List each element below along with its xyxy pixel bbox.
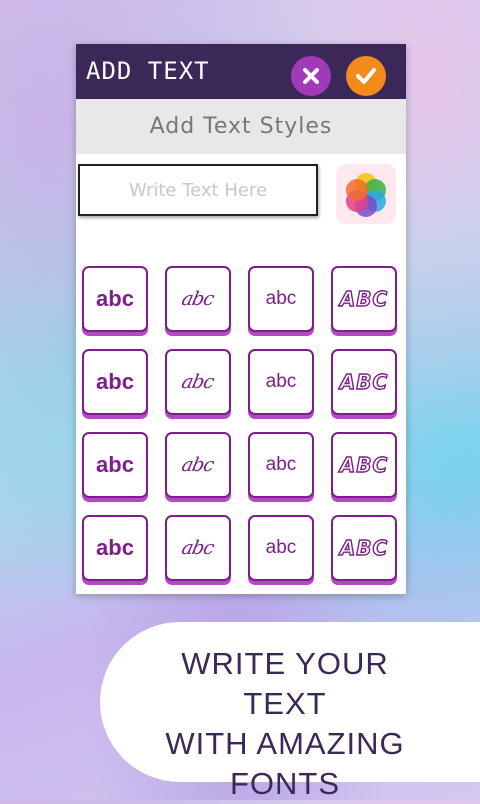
font-style-button-bold[interactable]: abc bbox=[82, 515, 148, 581]
font-sample: abc bbox=[96, 369, 134, 394]
check-icon bbox=[356, 68, 376, 84]
confirm-button[interactable] bbox=[346, 56, 386, 96]
font-sample: ABC bbox=[339, 286, 389, 311]
font-style-grid: abc abc abc ABC abc abc abc ABC abc abc abc ABC abc a… bbox=[82, 266, 400, 581]
font-sample: abc bbox=[96, 286, 134, 311]
close-icon bbox=[303, 68, 319, 84]
promo-line: WITH AMAZING bbox=[165, 726, 405, 761]
font-sample: ABC bbox=[339, 452, 389, 477]
close-button[interactable] bbox=[291, 56, 331, 96]
font-style-button-plain[interactable]: abc bbox=[248, 349, 314, 415]
font-style-button-block[interactable]: ABC bbox=[331, 266, 397, 332]
font-style-button-script[interactable]: abc bbox=[165, 515, 231, 581]
font-style-button-script[interactable]: abc bbox=[165, 349, 231, 415]
font-sample: abc bbox=[96, 452, 134, 477]
header-title: ADD TEXT bbox=[86, 57, 210, 85]
font-style-button-script[interactable]: abc bbox=[165, 432, 231, 498]
promo-text: WRITE YOUR TEXT WITH AMAZING FONTS bbox=[145, 644, 425, 804]
font-sample: abc bbox=[265, 454, 297, 475]
font-style-button-block[interactable]: ABC bbox=[331, 515, 397, 581]
font-style-button-script[interactable]: abc bbox=[165, 266, 231, 332]
font-sample: abc bbox=[180, 454, 216, 476]
font-sample: abc bbox=[180, 371, 216, 393]
font-style-button-plain[interactable]: abc bbox=[248, 515, 314, 581]
font-style-button-plain[interactable]: abc bbox=[248, 432, 314, 498]
font-sample: ABC bbox=[339, 369, 389, 394]
font-style-button-plain[interactable]: abc bbox=[248, 266, 314, 332]
promo-line: FONTS bbox=[229, 766, 341, 801]
section-header: Add Text Styles bbox=[76, 99, 406, 154]
header-bar: ADD TEXT bbox=[76, 44, 406, 99]
text-input[interactable] bbox=[78, 164, 318, 216]
font-style-button-bold[interactable]: abc bbox=[82, 432, 148, 498]
section-title: Add Text Styles bbox=[149, 114, 333, 139]
font-style-button-bold[interactable]: abc bbox=[82, 349, 148, 415]
font-style-button-block[interactable]: ABC bbox=[331, 349, 397, 415]
input-row bbox=[76, 154, 406, 244]
font-sample: abc bbox=[180, 288, 216, 310]
font-style-button-block[interactable]: ABC bbox=[331, 432, 397, 498]
promo-banner: WRITE YOUR TEXT WITH AMAZING FONTS bbox=[100, 622, 480, 801]
add-text-panel: ADD TEXT Add Text Styles ab bbox=[76, 44, 406, 594]
font-sample: abc bbox=[265, 371, 297, 392]
color-wheel-icon bbox=[346, 173, 386, 217]
font-sample: abc bbox=[265, 537, 297, 558]
font-sample: ABC bbox=[339, 535, 389, 560]
promo-line: WRITE YOUR TEXT bbox=[181, 646, 389, 721]
font-sample: abc bbox=[180, 537, 216, 559]
font-style-button-bold[interactable]: abc bbox=[82, 266, 148, 332]
font-sample: abc bbox=[265, 288, 297, 309]
color-picker-button[interactable] bbox=[336, 164, 396, 224]
font-sample: abc bbox=[96, 535, 134, 560]
